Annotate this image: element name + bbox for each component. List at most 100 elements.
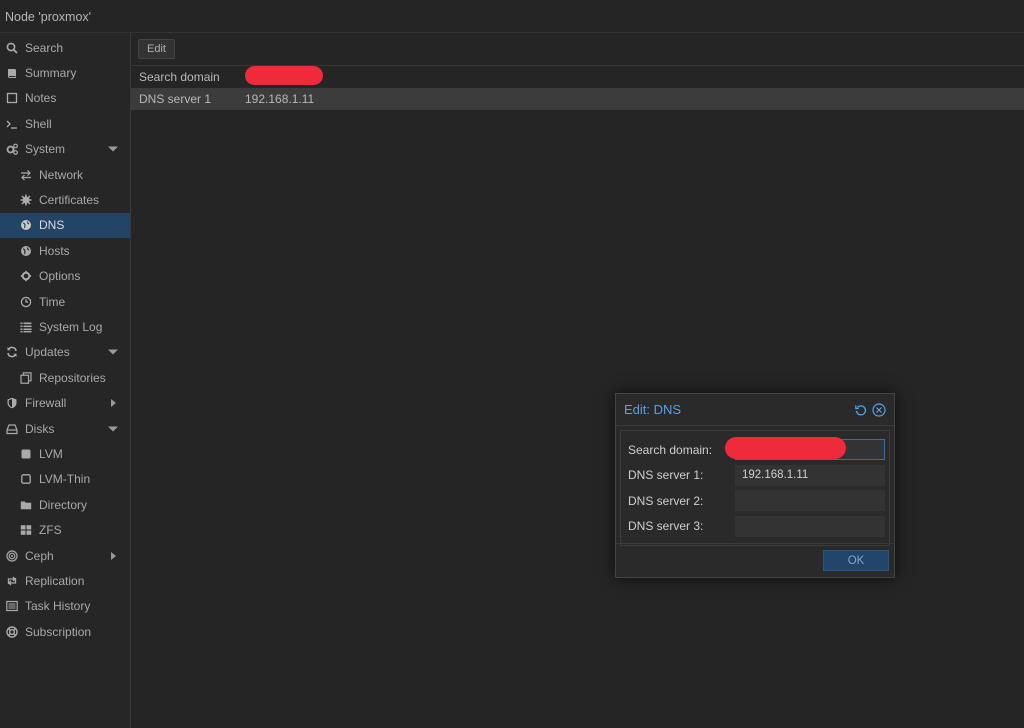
expand-arrow-icon[interactable] [108,146,118,152]
sidebar-item-label: Time [39,294,66,309]
list-alt-icon [5,599,19,613]
sidebar-item-subscription[interactable]: Subscription [0,619,130,644]
sidebar-item-label: ZFS [39,523,62,538]
sidebar-item-system-log[interactable]: System Log [0,314,130,339]
sidebar-item-certificates[interactable]: Certificates [0,187,130,212]
sidebar-item-lvm[interactable]: LVM [0,441,130,466]
redaction-mark [245,66,323,85]
ceph-icon [5,549,19,563]
sidebar-item-time[interactable]: Time [0,289,130,314]
refresh-icon [5,345,19,359]
sidebar-item-system[interactable]: System [0,137,130,162]
sidebar-item-label: Network [39,167,84,182]
square-outline-icon [19,472,33,486]
sidebar-item-search[interactable]: Search [0,35,130,60]
dialog-form: Search domain: DNS server 1: DNS server … [620,430,890,546]
sidebar-item-dns[interactable]: DNS [0,212,130,239]
sidebar-item-summary[interactable]: Summary [0,60,130,85]
sidebar-item-hosts[interactable]: Hosts [0,238,130,263]
field-wrap [725,437,885,461]
support-icon [5,625,19,639]
form-row-dns2: DNS server 2: [621,488,889,514]
form-row-dns1: DNS server 1: [621,463,889,489]
sidebar-item-label: Search [25,40,64,55]
toolbar: Edit [131,33,1024,66]
sidebar-item-label: Subscription [25,624,92,639]
dns-server-2-field[interactable] [735,490,885,512]
dialog-footer: OK [616,543,894,577]
sidebar-item-label: Ceph [25,548,54,563]
reset-icon[interactable] [853,402,868,417]
sidebar-item-label: Firewall [25,396,67,411]
row-value [245,66,323,88]
table-row[interactable]: Search domain [131,66,1024,88]
sidebar-item-label: Summary [25,66,77,81]
form-row-dns3: DNS server 3: [621,514,889,540]
shield-icon [5,396,19,410]
expand-arrow-icon[interactable] [108,426,118,432]
sidebar-item-options[interactable]: Options [0,264,130,289]
sidebar-item-label: Certificates [39,193,100,208]
sidebar-item-label: Shell [25,116,52,131]
sidebar-item-network[interactable]: Network [0,162,130,187]
collapse-arrow-icon[interactable] [111,551,116,560]
exchange-icon [19,168,33,182]
expand-arrow-icon[interactable] [108,349,118,355]
sidebar: Search Summary Notes Shell System Networ… [0,33,131,728]
sidebar-item-label: Updates [25,345,70,360]
sidebar-item-updates[interactable]: Updates [0,340,130,365]
field-label: Search domain: [628,442,713,457]
sidebar-item-directory[interactable]: Directory [0,492,130,517]
node-title: Node 'proxmox' [0,0,1024,33]
sidebar-item-task-history[interactable]: Task History [0,594,130,619]
field-label: DNS server 3: [628,519,704,534]
terminal-icon [5,117,19,131]
redaction-mark [725,437,846,460]
sidebar-item-notes[interactable]: Notes [0,86,130,111]
clock-icon [19,295,33,309]
sidebar-item-repositories[interactable]: Repositories [0,365,130,390]
ok-button[interactable]: OK [823,550,889,571]
form-row-search-domain: Search domain: [621,437,889,463]
note-icon [5,91,19,105]
sidebar-item-shell[interactable]: Shell [0,111,130,136]
sidebar-item-replication[interactable]: Replication [0,568,130,593]
row-value: 192.168.1.11 [245,92,315,106]
sidebar-item-label: LVM [39,446,63,461]
sidebar-item-label: Directory [39,497,88,512]
hdd-icon [5,422,19,436]
retweet-icon [5,574,19,588]
field-label: DNS server 1: [628,468,704,483]
dns-server-1-field[interactable] [735,464,885,486]
list-icon [19,320,33,334]
field-label: DNS server 2: [628,493,704,508]
sidebar-item-label: LVM-Thin [39,472,91,487]
sidebar-item-label: DNS [39,218,65,233]
sidebar-item-disks[interactable]: Disks [0,416,130,441]
dns-server-3-field[interactable] [735,515,885,537]
sidebar-item-label: System [25,142,66,157]
sidebar-item-label: Task History [25,599,91,614]
sidebar-item-label: Repositories [39,370,106,385]
row-key: Search domain [139,70,220,84]
sidebar-item-zfs[interactable]: ZFS [0,517,130,542]
folder-icon [19,498,33,512]
sidebar-item-label: Replication [25,573,85,588]
sidebar-item-ceph[interactable]: Ceph [0,543,130,568]
sidebar-item-lvm-thin[interactable]: LVM-Thin [0,467,130,492]
sidebar-item-firewall[interactable]: Firewall [0,390,130,415]
close-icon[interactable] [871,402,886,417]
sidebar-item-label: System Log [39,319,103,334]
main-panel: Edit Search domain DNS server 1 192.168.… [131,33,1024,728]
row-key: DNS server 1 [139,92,212,106]
search-icon [5,41,19,55]
sidebar-item-label: Hosts [39,243,70,258]
globe-icon [19,244,33,258]
files-icon [19,371,33,385]
table-row[interactable]: DNS server 1 192.168.1.11 [131,88,1024,110]
dialog-header: Edit: DNS [616,394,894,426]
edit-button[interactable]: Edit [138,39,175,59]
gear-icon [19,269,33,283]
collapse-arrow-icon[interactable] [111,399,116,408]
edit-dns-dialog: Edit: DNS Search domain: DNS server 1: D… [615,393,895,578]
